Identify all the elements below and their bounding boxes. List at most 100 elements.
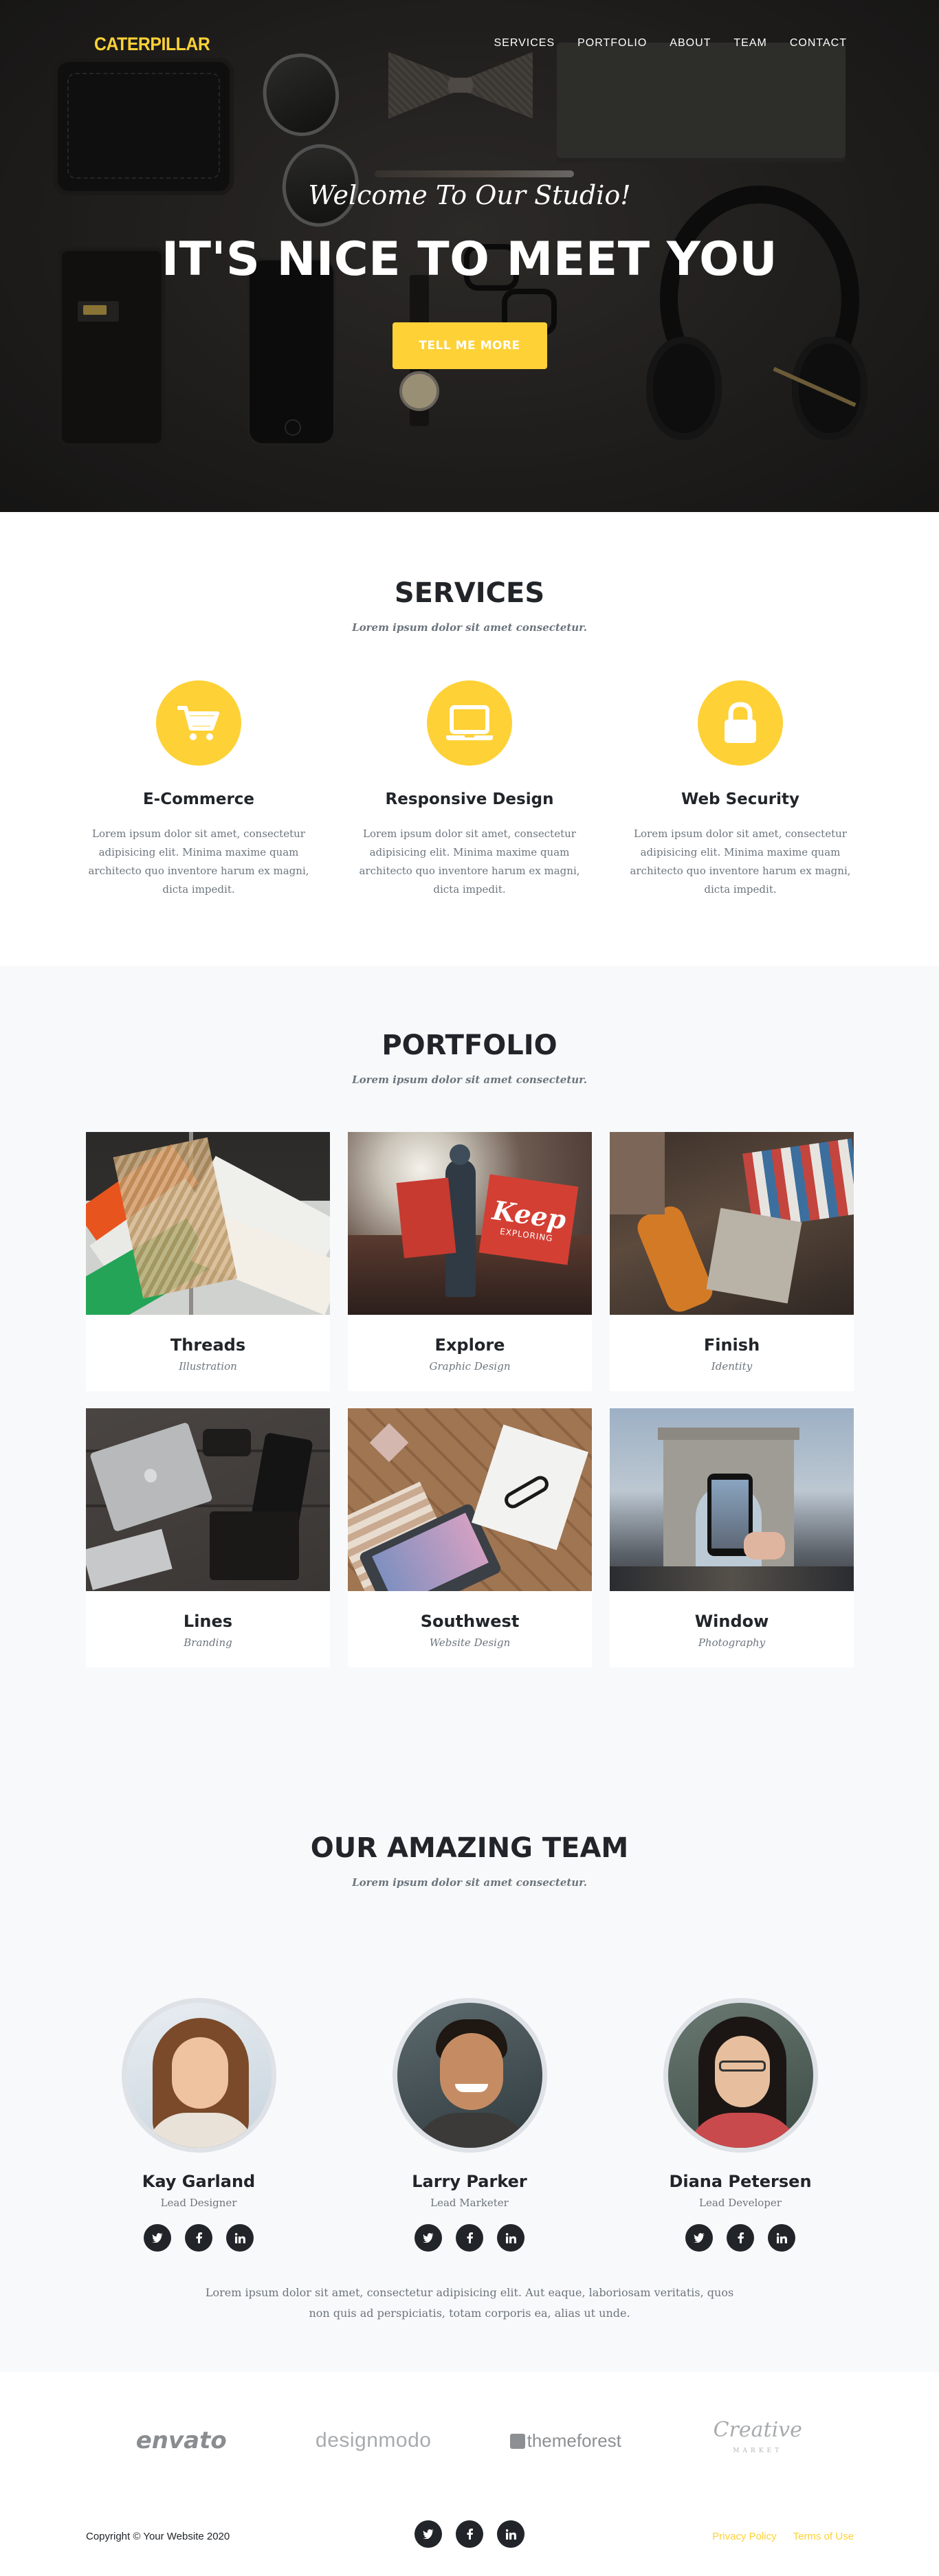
service-title: Responsive Design (385, 790, 554, 808)
client-logo-designmodo[interactable]: designmodo (305, 2429, 442, 2452)
portfolio-category: Website Design (429, 1636, 511, 1649)
footer: Copyright © Your Website 2020 Privacy Po… (0, 2498, 939, 2576)
twitter-icon[interactable] (415, 2224, 442, 2252)
avatar (663, 1998, 818, 2153)
portfolio-image-lines (86, 1408, 330, 1591)
client-logo-text: Creative (713, 2418, 802, 2442)
team-heading: OUR AMAZING TEAM (310, 1832, 629, 1864)
client-logo-text: themeforest (527, 2430, 621, 2451)
team-subheading: Lorem ipsum dolor sit amet consectetur. (352, 1876, 587, 1889)
member-socials (356, 2224, 583, 2252)
services-subheading: Lorem ipsum dolor sit amet consectetur. (352, 621, 587, 634)
team-description: Lorem ipsum dolor sit amet, consectetur … (205, 2286, 734, 2320)
client-logo-themeforest[interactable]: themeforest (497, 2430, 634, 2452)
client-logo-creative-market[interactable]: Creative MARKET (689, 2420, 826, 2461)
navbar: CATERPILLAR SERVICES PORTFOLIO ABOUT TEA… (0, 0, 939, 87)
team-member: Kay Garland Lead Designer (85, 1998, 312, 2252)
portfolio-category: Illustration (179, 1360, 237, 1373)
avatar (392, 1998, 547, 2153)
member-name: Kay Garland (142, 2172, 256, 2191)
nav-link-team[interactable]: TEAM (733, 37, 766, 49)
avatar (121, 1998, 276, 2153)
clients-row: envato designmodo themeforest Creative MA… (85, 2420, 854, 2461)
member-name: Diana Petersen (669, 2172, 812, 2191)
portfolio-title: Window (694, 1612, 769, 1631)
portfolio-category: Graphic Design (429, 1360, 511, 1373)
portfolio-heading: PORTFOLIO (382, 1030, 557, 1061)
team-member: Diana Petersen Lead Developer (627, 1998, 854, 2252)
team-row: Kay Garland Lead Designer Larry Parker L… (85, 1998, 854, 2252)
portfolio-image-southwest (348, 1408, 592, 1591)
portfolio-item-finish[interactable]: Finish Identity (610, 1132, 854, 1391)
portfolio-grid: Threads Illustration Keep EXPLORING Expl… (86, 1132, 854, 1667)
client-logo-text: designmodo (316, 2429, 432, 2452)
portfolio-item-explore[interactable]: Keep EXPLORING Explore Graphic Design (348, 1132, 592, 1391)
nav-link-portfolio[interactable]: PORTFOLIO (577, 37, 647, 49)
member-role: Lead Developer (699, 2197, 782, 2209)
portfolio-item-lines[interactable]: Lines Branding (86, 1408, 330, 1667)
linkedin-icon[interactable] (226, 2224, 254, 2252)
client-logo-subtext: MARKET (733, 2447, 783, 2454)
service-text: Lorem ipsum dolor sit amet, consectetur … (359, 828, 580, 896)
service-item: E-Commerce Lorem ipsum dolor sit amet, c… (85, 680, 312, 899)
laptop-icon (427, 680, 512, 766)
facebook-icon[interactable] (727, 2224, 754, 2252)
hero-lead-text: Welcome To Our Studio! (308, 180, 631, 210)
facebook-icon[interactable] (456, 2224, 483, 2252)
portfolio-image-threads (86, 1132, 330, 1315)
service-text: Lorem ipsum dolor sit amet, consectetur … (630, 828, 851, 896)
nav-link-services[interactable]: SERVICES (494, 37, 555, 49)
services-row: E-Commerce Lorem ipsum dolor sit amet, c… (85, 680, 854, 899)
portfolio-item-threads[interactable]: Threads Illustration (86, 1132, 330, 1391)
services-heading: SERVICES (394, 577, 545, 609)
service-item: Web Security Lorem ipsum dolor sit amet,… (627, 680, 854, 899)
portfolio-image-explore: Keep EXPLORING (348, 1132, 592, 1315)
brand-text: CATERPILLAR (94, 34, 210, 54)
services-section: SERVICES Lorem ipsum dolor sit amet cons… (0, 512, 939, 966)
member-role: Lead Designer (160, 2197, 237, 2209)
lock-icon (698, 680, 783, 766)
privacy-policy-link[interactable]: Privacy Policy (712, 2531, 776, 2542)
portfolio-title: Southwest (420, 1612, 520, 1631)
team-member: Larry Parker Lead Marketer (356, 1998, 583, 2252)
portfolio-item-window[interactable]: Window Photography (610, 1408, 854, 1667)
linkedin-icon[interactable] (768, 2224, 795, 2252)
twitter-icon[interactable] (415, 2520, 442, 2548)
portfolio-title: Finish (703, 1335, 760, 1355)
portfolio-image-window (610, 1408, 854, 1591)
themeforest-leaf-icon (509, 2433, 525, 2449)
portfolio-subheading: Lorem ipsum dolor sit amet consectetur. (352, 1074, 587, 1086)
portfolio-category: Photography (698, 1636, 766, 1649)
brand-logo[interactable]: CATERPILLAR (94, 34, 210, 55)
client-logo-envato[interactable]: envato (113, 2427, 250, 2454)
hero-masthead: CATERPILLAR SERVICES PORTFOLIO ABOUT TEA… (0, 0, 939, 512)
member-name: Larry Parker (412, 2172, 527, 2191)
twitter-icon[interactable] (144, 2224, 171, 2252)
nav-menu: SERVICES PORTFOLIO ABOUT TEAM CONTACT (471, 36, 847, 49)
linkedin-icon[interactable] (497, 2224, 524, 2252)
member-socials (627, 2224, 854, 2252)
facebook-icon[interactable] (185, 2224, 212, 2252)
clients-section: envato designmodo themeforest Creative MA… (0, 2372, 939, 2498)
client-logo-text: envato (135, 2427, 227, 2454)
portfolio-category: Identity (711, 1360, 753, 1373)
hero-heading: IT'S NICE TO MEET YOU (161, 232, 778, 287)
service-item: Responsive Design Lorem ipsum dolor sit … (356, 680, 583, 899)
linkedin-icon[interactable] (497, 2520, 524, 2548)
shopping-cart-icon (156, 680, 241, 766)
service-title: Web Security (681, 790, 799, 808)
hero-content: Welcome To Our Studio! IT'S NICE TO MEET… (0, 180, 939, 369)
twitter-icon[interactable] (685, 2224, 713, 2252)
portfolio-category: Branding (184, 1636, 232, 1649)
facebook-icon[interactable] (456, 2520, 483, 2548)
portfolio-item-southwest[interactable]: Southwest Website Design (348, 1408, 592, 1667)
portfolio-title: Lines (183, 1612, 233, 1631)
tell-me-more-button[interactable]: TELL ME MORE (392, 322, 547, 369)
portfolio-section: PORTFOLIO Lorem ipsum dolor sit amet con… (0, 966, 939, 1756)
terms-of-use-link[interactable]: Terms of Use (793, 2531, 854, 2542)
portfolio-title: Explore (434, 1335, 505, 1355)
service-title: E-Commerce (142, 790, 255, 808)
nav-link-about[interactable]: ABOUT (670, 37, 711, 49)
member-socials (85, 2224, 312, 2252)
nav-link-contact[interactable]: CONTACT (790, 37, 847, 49)
